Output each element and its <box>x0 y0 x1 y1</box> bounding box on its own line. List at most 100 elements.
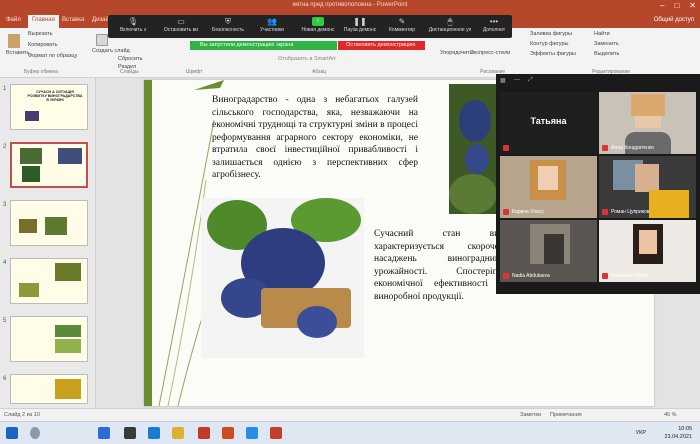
new-slide-button[interactable]: Создать слайд <box>92 48 130 54</box>
pause-share-button[interactable]: ❚❚ Пауза демонс <box>340 15 380 38</box>
participants-icon: 👥 <box>267 17 277 26</box>
paste-button[interactable]: Вставить <box>6 50 29 56</box>
app-icon[interactable] <box>270 427 282 439</box>
participant-name: Anastasia Bilitski <box>611 273 649 279</box>
slide-thumbnail[interactable] <box>10 258 88 304</box>
stop-video-label: Остановить ви <box>163 27 199 33</box>
slide-thumbnail[interactable] <box>10 374 88 404</box>
zoom-gallery-panel: ▦ — ⤢ Татьяна Алла Кондратенко Карина Ул… <box>496 74 700 294</box>
replace-button[interactable]: Заменить <box>594 41 619 47</box>
participant-tile[interactable]: Роман Цуприков <box>599 156 696 218</box>
thumb-number: 3 <box>3 202 7 208</box>
participants-button[interactable]: 👥 Участники <box>252 15 292 38</box>
pause-share-label: Пауза демонс <box>343 27 377 33</box>
clock-time: 10:05 <box>678 426 692 432</box>
minimize-icon[interactable]: — <box>514 77 520 83</box>
minimize-icon[interactable]: – <box>660 1 664 10</box>
office-icon[interactable] <box>222 427 234 439</box>
task-view-icon[interactable] <box>124 427 136 439</box>
remote-control-label: Дистанционное уп <box>428 27 472 33</box>
muted-icon <box>602 209 608 215</box>
tab-home[interactable]: Главная <box>28 15 59 28</box>
thumb-image <box>19 219 37 233</box>
zoom-taskbar-icon[interactable] <box>246 427 258 439</box>
new-share-button[interactable]: ↑ Новая демонс <box>298 15 338 38</box>
slide-thumbnails-pane: 1 СУЧАСН А СИТУАЦІЯ РОЗВИТКУ ВИНОГРАДАРС… <box>0 78 96 408</box>
participant-tile[interactable]: Anastasia Bilitski <box>599 220 696 282</box>
thumb-title: СУЧАСН А СИТУАЦІЯ РОЗВИТКУ ВИНОГРАДАРСТВ… <box>27 90 83 102</box>
tab-insert[interactable]: Вставка <box>62 17 84 23</box>
copy-button[interactable]: Копировать <box>28 42 58 48</box>
participant-tile[interactable]: Татьяна <box>500 92 597 154</box>
smartart-button[interactable]: Отобразить в SmartArt <box>278 56 336 62</box>
mute-button[interactable]: 🎙 Включить з <box>110 15 156 38</box>
share-button[interactable]: Общий доступ <box>654 17 694 23</box>
participant-tile[interactable]: Алла Кондратенко <box>599 92 696 154</box>
slide-paragraph-1: Виноградарство - одна з небагатьох галуз… <box>212 95 418 180</box>
tab-file[interactable]: Файл <box>6 17 21 23</box>
thumb-number: 4 <box>3 260 7 266</box>
pencil-icon: ✎ <box>398 17 406 26</box>
thumb-number: 6 <box>3 376 7 382</box>
thumb-image <box>55 325 81 337</box>
close-icon[interactable]: ✕ <box>689 1 696 10</box>
slide-thumbnail[interactable]: СУЧАСН А СИТУАЦІЯ РОЗВИТКУ ВИНОГРАДАРСТВ… <box>10 84 88 130</box>
participant-name: Nadia Abdulaeva <box>512 273 550 279</box>
slides-group-label: Слайды <box>120 69 139 75</box>
participant-tile[interactable]: Карина Уласу <box>500 156 597 218</box>
slide-thumbnail-active[interactable] <box>10 142 88 188</box>
explorer-icon[interactable] <box>172 427 184 439</box>
slide-paragraph-2: Сучасний стан вино характеризується скор… <box>374 229 509 302</box>
security-button[interactable]: ⛨ Безопасность <box>208 15 248 38</box>
new-slide-icon[interactable] <box>96 34 108 46</box>
more-label: Дополнит <box>482 27 506 33</box>
select-button[interactable]: Выделить <box>594 51 619 57</box>
stop-video-button[interactable]: ▭ Остановить ви <box>158 15 204 38</box>
comments-button[interactable]: Примечания <box>550 412 582 418</box>
shape-effects-button[interactable]: Эффекты фигуры <box>530 51 576 57</box>
slide-thumbnail[interactable] <box>10 316 88 362</box>
grid-view-icon[interactable]: ▦ <box>500 77 506 84</box>
expand-icon[interactable]: ⤢ <box>528 77 533 84</box>
stop-share-button[interactable]: Остановить демонстрацию <box>338 41 425 50</box>
thumb-image <box>19 283 39 297</box>
slide-thumbnail[interactable] <box>10 200 88 246</box>
camera-icon: ▭ <box>177 17 185 26</box>
start-icon[interactable] <box>6 427 18 439</box>
search-icon[interactable] <box>30 427 40 439</box>
muted-icon <box>602 273 608 279</box>
thumb-image <box>20 148 42 164</box>
slide-counter: Слайд 2 из 10 <box>4 412 40 418</box>
zoom-level[interactable]: 46 % <box>664 412 677 418</box>
remote-control-button[interactable]: 🖱 Дистанционное уп <box>424 15 476 38</box>
maximize-icon[interactable]: □ <box>674 1 679 10</box>
pause-icon: ❚❚ <box>353 17 367 26</box>
participant-name: Роман Цуприков <box>611 209 650 215</box>
language-indicator[interactable]: УКР <box>636 430 646 436</box>
annotate-button[interactable]: ✎ Комментир <box>382 15 422 38</box>
slide-accent-bar <box>144 80 152 406</box>
shape-outline-button[interactable]: Контур фигуры <box>530 41 568 47</box>
participants-label: Участники <box>260 27 284 33</box>
participant-tile[interactable]: Nadia Abdulaeva <box>500 220 597 282</box>
thumb-number: 1 <box>3 86 7 92</box>
system-clock[interactable]: 10:05 23.04.2021 <box>664 425 692 441</box>
quick-styles-button[interactable]: Экспресс-стили <box>470 50 510 56</box>
notes-button[interactable]: Заметки <box>520 412 541 418</box>
edge-icon[interactable] <box>148 427 160 439</box>
arrange-button[interactable]: Упорядочить <box>440 50 473 56</box>
paste-icon[interactable] <box>8 34 20 48</box>
grapes-photo-top <box>449 84 497 214</box>
find-button[interactable]: Найти <box>594 31 610 37</box>
powerpoint-taskbar-icon[interactable] <box>198 427 210 439</box>
clipboard-group-label: Буфер обмена <box>24 69 58 75</box>
thumb-image <box>45 217 67 235</box>
reset-button[interactable]: Сбросить <box>118 56 142 62</box>
mute-label: Включить з <box>119 27 147 33</box>
more-button[interactable]: ••• Дополнит <box>478 15 510 38</box>
format-painter-button[interactable]: Формат по образцу <box>28 53 77 59</box>
share-icon: ↑ <box>312 17 324 26</box>
windows-logo-icon[interactable] <box>98 427 110 439</box>
shape-fill-button[interactable]: Заливка фигуры <box>530 31 572 37</box>
cut-button[interactable]: Вырезать <box>28 31 52 37</box>
